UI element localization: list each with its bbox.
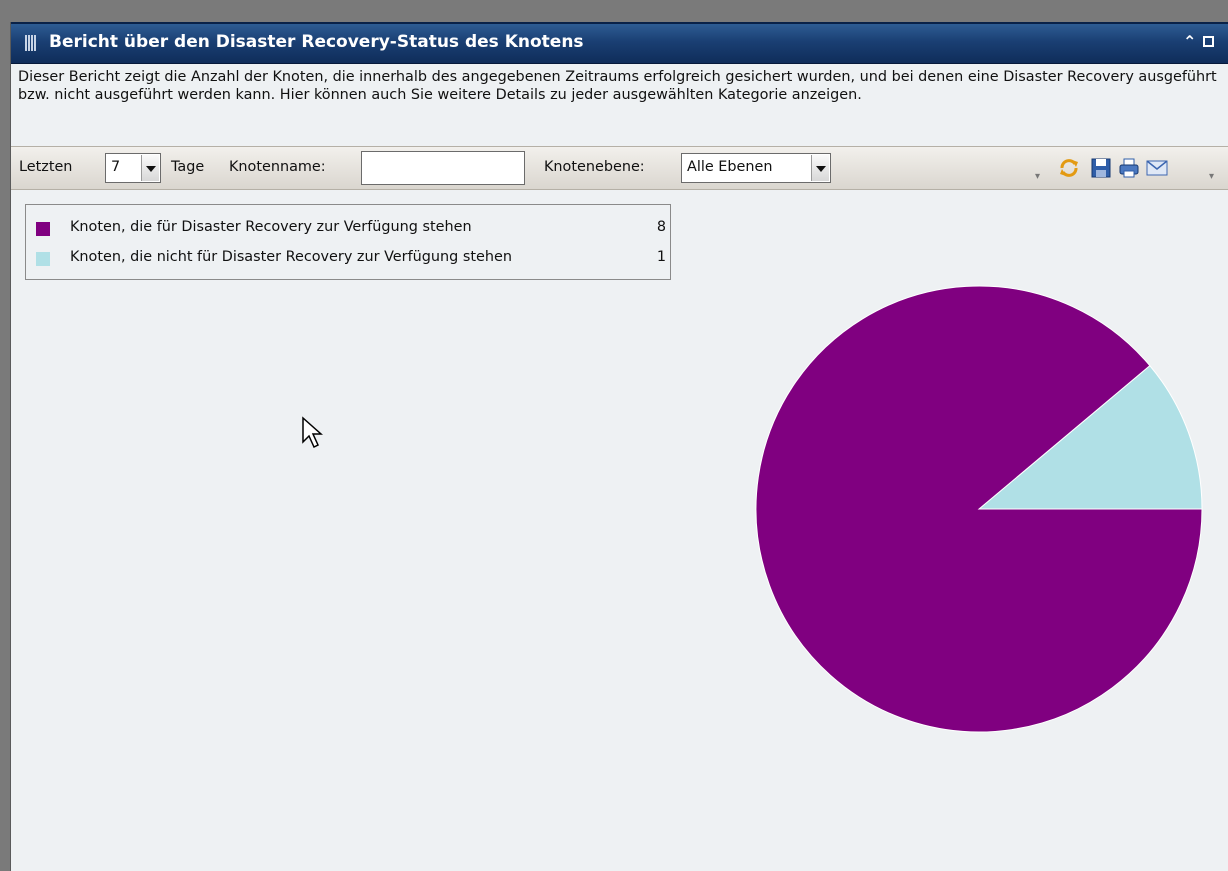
email-icon[interactable] <box>1145 156 1169 180</box>
toolbar-separator <box>1207 151 1221 187</box>
node-name-input[interactable] <box>361 151 525 185</box>
node-level-value: Alle Ebenen <box>687 159 773 175</box>
chevron-down-icon[interactable] <box>141 155 159 181</box>
save-icon[interactable] <box>1089 156 1113 180</box>
double-chevron-up-icon[interactable]: ⌃ <box>1183 34 1196 50</box>
pie-slice-available[interactable] <box>755 285 1203 733</box>
chevron-down-icon[interactable] <box>811 155 829 181</box>
node-name-label: Knotenname: <box>229 159 326 175</box>
report-description: Dieser Bericht zeigt die Anzahl der Knot… <box>18 69 1217 103</box>
days-value: 7 <box>111 159 121 175</box>
node-level-select[interactable]: Alle Ebenen <box>681 153 831 183</box>
report-panel: Bericht über den Disaster Recovery-Statu… <box>10 22 1228 871</box>
pie-chart <box>755 285 1203 733</box>
filter-toolbar: Letzten 7 Tage Knotenname: Knotenebene: … <box>11 146 1228 190</box>
drag-grip-icon[interactable] <box>25 35 39 51</box>
node-level-label: Knotenebene: <box>544 159 645 175</box>
maximize-icon[interactable] <box>1203 36 1214 47</box>
last-label: Letzten <box>19 159 73 175</box>
window-title: Bericht über den Disaster Recovery-Statu… <box>49 32 584 52</box>
toolbar-separator <box>1033 151 1047 187</box>
refresh-icon[interactable] <box>1057 156 1081 180</box>
title-bar[interactable]: Bericht über den Disaster Recovery-Statu… <box>11 22 1228 64</box>
days-select[interactable]: 7 <box>105 153 161 183</box>
days-label: Tage <box>171 159 205 175</box>
mouse-cursor-icon <box>302 416 323 449</box>
print-icon[interactable] <box>1117 156 1141 180</box>
